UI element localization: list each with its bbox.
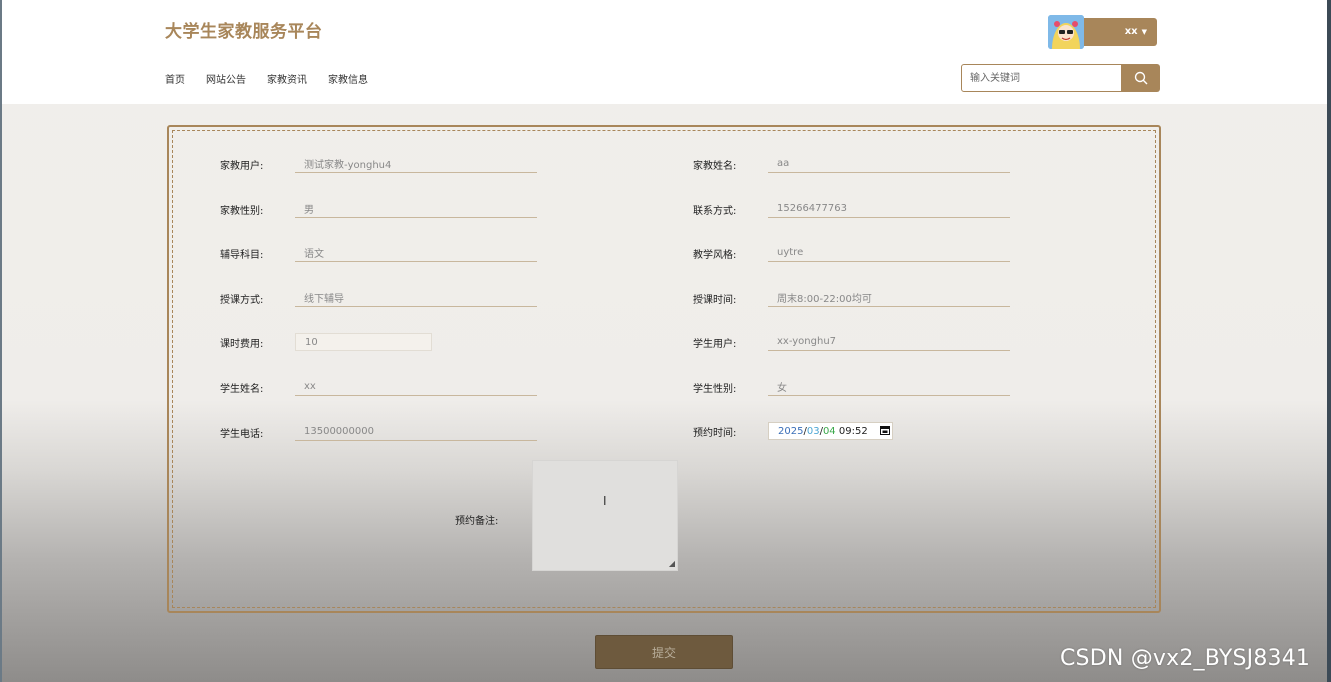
date-day[interactable]: 04 xyxy=(823,426,836,437)
field-appointment-time: 预约时间: 2025/03/04 09:52 xyxy=(693,422,893,440)
label-appointment-time: 预约时间: xyxy=(693,427,737,439)
search-input[interactable] xyxy=(961,64,1122,92)
window-edge-right xyxy=(1327,0,1331,682)
caret-down-icon: ▼ xyxy=(1141,27,1147,36)
field-tutor-name: 家教姓名: aa xyxy=(693,155,1010,173)
input-tutor-user[interactable]: 测试家教-yonghu4 xyxy=(295,155,537,173)
field-student-phone: 学生电话: 13500000000 xyxy=(220,423,537,441)
search-button[interactable] xyxy=(1122,64,1160,92)
input-student-name[interactable]: xx xyxy=(295,378,537,396)
input-contact[interactable]: 15266477763 xyxy=(768,200,1010,218)
date-month[interactable]: 03 xyxy=(807,426,820,437)
submit-button[interactable]: 提交 xyxy=(595,635,733,669)
field-teaching-mode: 授课方式: 线下辅导 xyxy=(220,289,537,307)
page: 大学生家教服务平台 首页 网站公告 家教资讯 家教信息 xx ▼ 输入关键词 家… xyxy=(0,0,1331,682)
label-hourly-fee: 课时费用: xyxy=(220,338,264,350)
label-teaching-time: 授课时间: xyxy=(693,294,737,306)
avatar[interactable] xyxy=(1048,14,1084,49)
date-year[interactable]: 2025 xyxy=(778,426,803,437)
label-student-name: 学生姓名: xyxy=(220,383,264,395)
input-student-phone[interactable]: 13500000000 xyxy=(295,423,537,441)
nav-tutoring-info[interactable]: 家教信息 xyxy=(328,71,368,86)
field-contact: 联系方式: 15266477763 xyxy=(693,200,1010,218)
text-cursor-icon: I xyxy=(603,494,607,508)
label-student-user: 学生用户: xyxy=(693,338,737,350)
remark-textarea[interactable]: ◢ xyxy=(532,460,678,571)
username-label: xx xyxy=(1124,26,1138,37)
field-tutor-gender: 家教性别: 男 xyxy=(220,200,537,218)
watermark: CSDN @vx2_BYSJ8341 xyxy=(1060,646,1311,671)
main-nav: 首页 网站公告 家教资讯 家教信息 xyxy=(165,71,389,86)
field-teaching-style: 教学风格: uytre xyxy=(693,244,1010,262)
input-hourly-fee[interactable]: 10 xyxy=(295,333,432,351)
label-student-gender: 学生性别: xyxy=(693,383,737,395)
user-dropdown-button[interactable]: xx ▼ xyxy=(1082,17,1157,46)
field-subject: 辅导科目: 语文 xyxy=(220,244,537,262)
calendar-icon[interactable] xyxy=(879,425,890,438)
input-tutor-gender[interactable]: 男 xyxy=(295,200,537,218)
field-student-user: 学生用户: xx-yonghu7 xyxy=(693,333,1010,351)
input-student-user[interactable]: xx-yonghu7 xyxy=(768,333,1010,351)
field-hourly-fee: 课时费用: 10 xyxy=(220,333,432,351)
input-tutor-name[interactable]: aa xyxy=(768,155,1010,173)
input-student-gender[interactable]: 女 xyxy=(768,378,1010,396)
input-subject[interactable]: 语文 xyxy=(295,244,537,262)
nav-home[interactable]: 首页 xyxy=(165,71,185,86)
label-tutor-name: 家教姓名: xyxy=(693,160,737,172)
field-student-name: 学生姓名: xx xyxy=(220,378,537,396)
user-menu[interactable]: xx ▼ xyxy=(1048,14,1157,49)
label-tutor-gender: 家教性别: xyxy=(220,205,264,217)
avatar-image-icon xyxy=(1048,14,1084,49)
input-teaching-mode[interactable]: 线下辅导 xyxy=(295,289,537,307)
search-bar xyxy=(961,64,1160,92)
nav-tutoring-news[interactable]: 家教资讯 xyxy=(267,71,307,86)
nav-announcements[interactable]: 网站公告 xyxy=(206,71,246,86)
label-tutor-user: 家教用户: xyxy=(220,160,264,172)
field-teaching-time: 授课时间: 周末8:00-22:00均可 xyxy=(693,289,1010,307)
label-remark: 预约备注: xyxy=(455,516,499,527)
input-teaching-style[interactable]: uytre xyxy=(768,244,1010,262)
site-title[interactable]: 大学生家教服务平台 xyxy=(165,17,323,42)
appointment-datetime-input[interactable]: 2025/03/04 09:52 xyxy=(768,422,893,440)
label-student-phone: 学生电话: xyxy=(220,428,264,440)
date-time[interactable]: 09:52 xyxy=(839,426,868,437)
label-teaching-mode: 授课方式: xyxy=(220,294,264,306)
label-subject: 辅导科目: xyxy=(220,249,264,261)
label-teaching-style: 教学风格: xyxy=(693,249,737,261)
label-contact: 联系方式: xyxy=(693,205,737,217)
field-tutor-user: 家教用户: 测试家教-yonghu4 xyxy=(220,155,537,173)
resize-grip-icon[interactable]: ◢ xyxy=(669,559,675,568)
input-teaching-time[interactable]: 周末8:00-22:00均可 xyxy=(768,289,1010,307)
search-icon xyxy=(1134,71,1148,85)
field-student-gender: 学生性别: 女 xyxy=(693,378,1010,396)
